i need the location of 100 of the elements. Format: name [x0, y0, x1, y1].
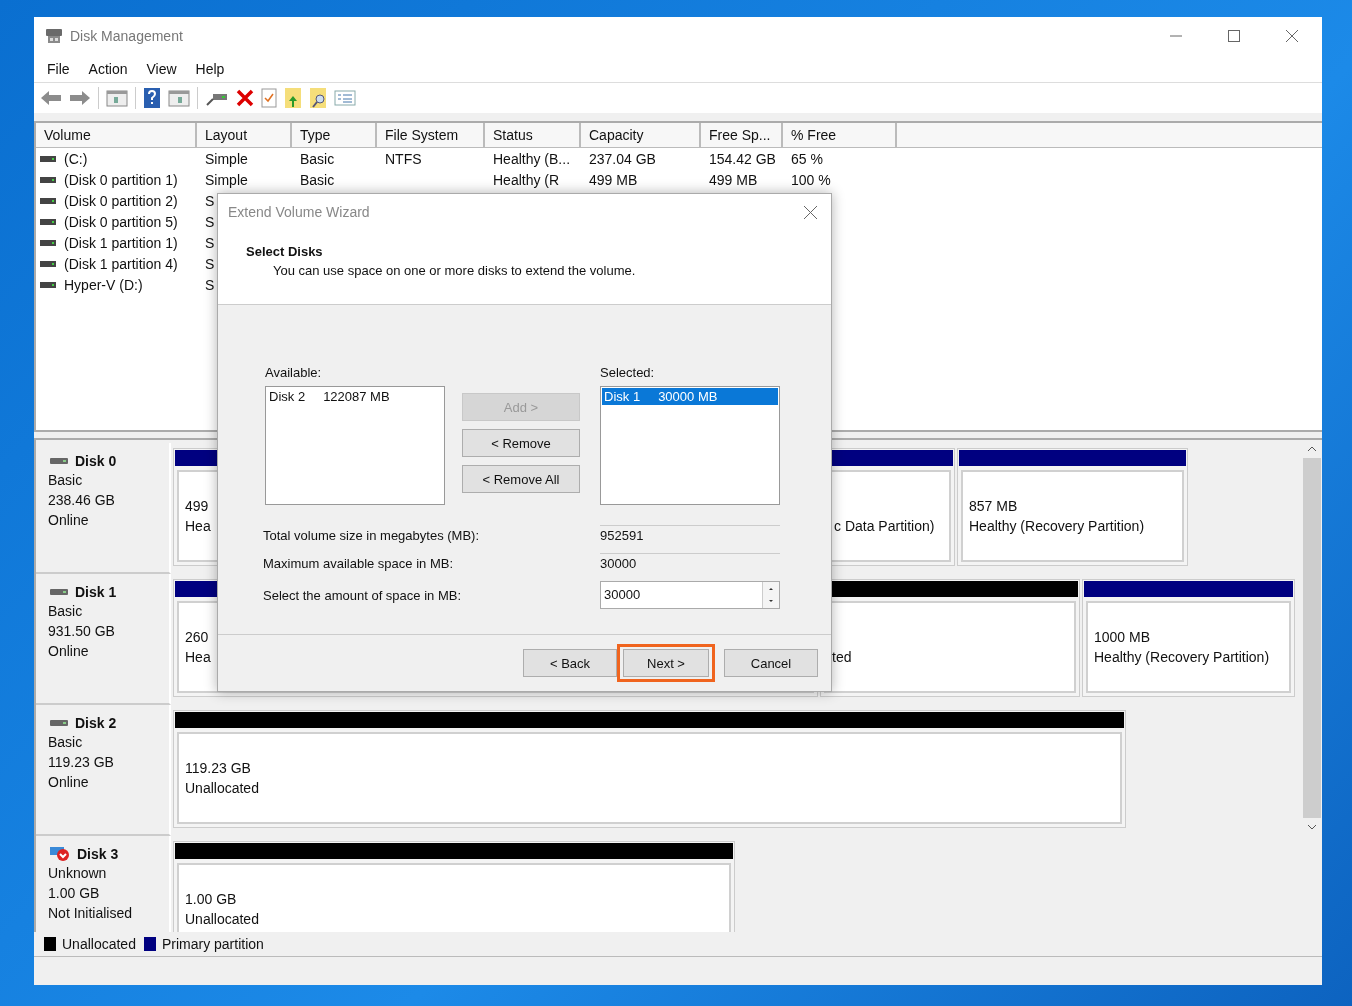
disk-info: Not Initialised [48, 904, 134, 922]
disk-info: 1.00 GB [48, 884, 101, 902]
dialog-heading: Select Disks [246, 244, 324, 259]
table-cell: 499 MB [709, 171, 758, 188]
drive-icon [40, 238, 56, 247]
table-cell: NTFS [385, 150, 422, 167]
scroll-down-icon[interactable] [1307, 824, 1317, 830]
column-header[interactable]: Layout [197, 123, 292, 147]
forward-arrow-icon[interactable] [69, 89, 91, 107]
partition-status: Hea [185, 517, 211, 535]
partition-block[interactable]: ted [820, 579, 1080, 697]
help-icon[interactable] [143, 87, 161, 109]
disk-info: 119.23 GB [48, 753, 115, 771]
dialog-subheading: You can use space on one or more disks to extend the volume. [272, 263, 637, 278]
table-cell: S [205, 255, 215, 272]
scroll-thumb[interactable] [1303, 458, 1321, 818]
wizard-button[interactable]: Cancel [724, 649, 818, 677]
table-cell: 499 MB [589, 171, 638, 188]
action-button[interactable]: < Remove [462, 429, 580, 457]
partition-block[interactable]: 119.23 GB Unallocated [173, 710, 1126, 828]
drive-icon [40, 217, 56, 226]
drive-icon [40, 175, 56, 184]
panel-icon[interactable] [106, 89, 128, 107]
partition-status: Hea [185, 648, 211, 666]
disk-info: Online [48, 773, 90, 791]
field-label: Total volume size in megabytes (MB): [263, 527, 481, 543]
table-cell: (Disk 0 partition 5) [64, 213, 178, 230]
table-cell: (Disk 1 partition 4) [64, 255, 178, 272]
table-cell: S [205, 234, 215, 251]
table-cell: Hyper-V (D:) [64, 276, 143, 293]
available-list[interactable]: Disk 2 122087 MB [265, 386, 445, 505]
list-item[interactable]: Disk 2 122087 MB [267, 388, 443, 405]
list-label: Available: [265, 365, 323, 380]
column-header[interactable]: Status [485, 123, 581, 147]
list-item[interactable]: Disk 1 30000 MB [602, 388, 778, 405]
partition-block[interactable]: 857 MB Healthy (Recovery Partition) [957, 448, 1188, 566]
table-cell: 237.04 GB [589, 150, 656, 167]
search-folder-icon[interactable] [309, 87, 327, 109]
scroll-up-icon[interactable] [1307, 446, 1317, 452]
partition-size: 119.23 GB [185, 759, 251, 777]
disk-info: 238.46 GB [48, 491, 116, 509]
table-cell: 100 % [791, 171, 831, 188]
drive-icon [40, 280, 56, 289]
close-icon[interactable] [1286, 30, 1298, 42]
disk-info: Basic [48, 471, 84, 489]
column-header[interactable]: Type [292, 123, 377, 147]
table-cell: Basic [300, 150, 335, 167]
panel-icon[interactable] [168, 89, 190, 107]
column-header[interactable]: Capacity [581, 123, 701, 147]
table-cell: (Disk 0 partition 1) [64, 171, 178, 188]
partition-size: 1000 MB [1094, 628, 1151, 646]
disk-name: Disk 0 [75, 453, 117, 469]
column-header[interactable]: File System [377, 123, 485, 147]
wizard-button[interactable]: Next > [623, 649, 709, 677]
menu-item[interactable]: File [47, 60, 70, 77]
menu-item[interactable]: Action [88, 60, 128, 77]
window-title: Disk Management [70, 28, 183, 44]
table-cell: Simple [205, 171, 248, 188]
disk-info: Basic [48, 602, 84, 620]
disk-name: Disk 1 [75, 584, 117, 600]
table-cell: S [205, 192, 215, 209]
menu-item[interactable]: View [146, 60, 177, 77]
selected-list[interactable]: Disk 1 30000 MB [600, 386, 780, 505]
drive-icon [50, 456, 68, 466]
partition-status: Unallocated [185, 910, 259, 928]
table-cell: Healthy (R [493, 171, 560, 188]
table-cell: S [205, 276, 215, 293]
drive-icon [40, 154, 56, 163]
partition-status: ted [832, 648, 852, 666]
partition-block[interactable]: 1.00 GB Unallocated [173, 841, 735, 932]
menu-item[interactable]: Help [195, 60, 225, 77]
delete-icon[interactable] [236, 89, 254, 107]
close-icon[interactable] [804, 205, 817, 219]
disk-info: Online [48, 511, 90, 529]
table-cell: (Disk 0 partition 2) [64, 192, 178, 209]
column-header[interactable]: % Free [783, 123, 897, 147]
back-arrow-icon[interactable] [40, 89, 62, 107]
spin-field[interactable]: 30000 [600, 581, 780, 609]
drive-icon [40, 196, 56, 205]
legend-label: Primary partition [161, 936, 264, 952]
checklist-icon[interactable] [261, 88, 277, 108]
partition-size: 1.00 GB [185, 890, 237, 908]
partition-block[interactable]: 1000 MB Healthy (Recovery Partition) [1082, 579, 1295, 697]
wizard-button[interactable]: < Back [523, 649, 617, 677]
action-button[interactable]: < Remove All [462, 465, 580, 493]
dialog-title: Extend Volume Wizard [228, 204, 370, 220]
folder-up-icon[interactable] [284, 87, 302, 109]
table-cell: 154.42 GB [709, 150, 776, 167]
partition-status: Unallocated [185, 779, 259, 797]
column-header[interactable]: Volume [36, 123, 197, 147]
field-label: Maximum available space in MB: [263, 555, 455, 571]
maximize-icon[interactable] [1228, 30, 1240, 42]
disk-management-icon [44, 27, 64, 45]
partition-size: 260 [185, 628, 209, 646]
list-icon[interactable] [334, 89, 356, 107]
drive-icon [50, 587, 68, 597]
partition-status: Healthy (Recovery Partition) [969, 517, 1145, 535]
list-label: Selected: [600, 365, 656, 380]
partition-size: 857 MB [969, 497, 1018, 515]
column-header[interactable]: Free Sp... [701, 123, 783, 147]
